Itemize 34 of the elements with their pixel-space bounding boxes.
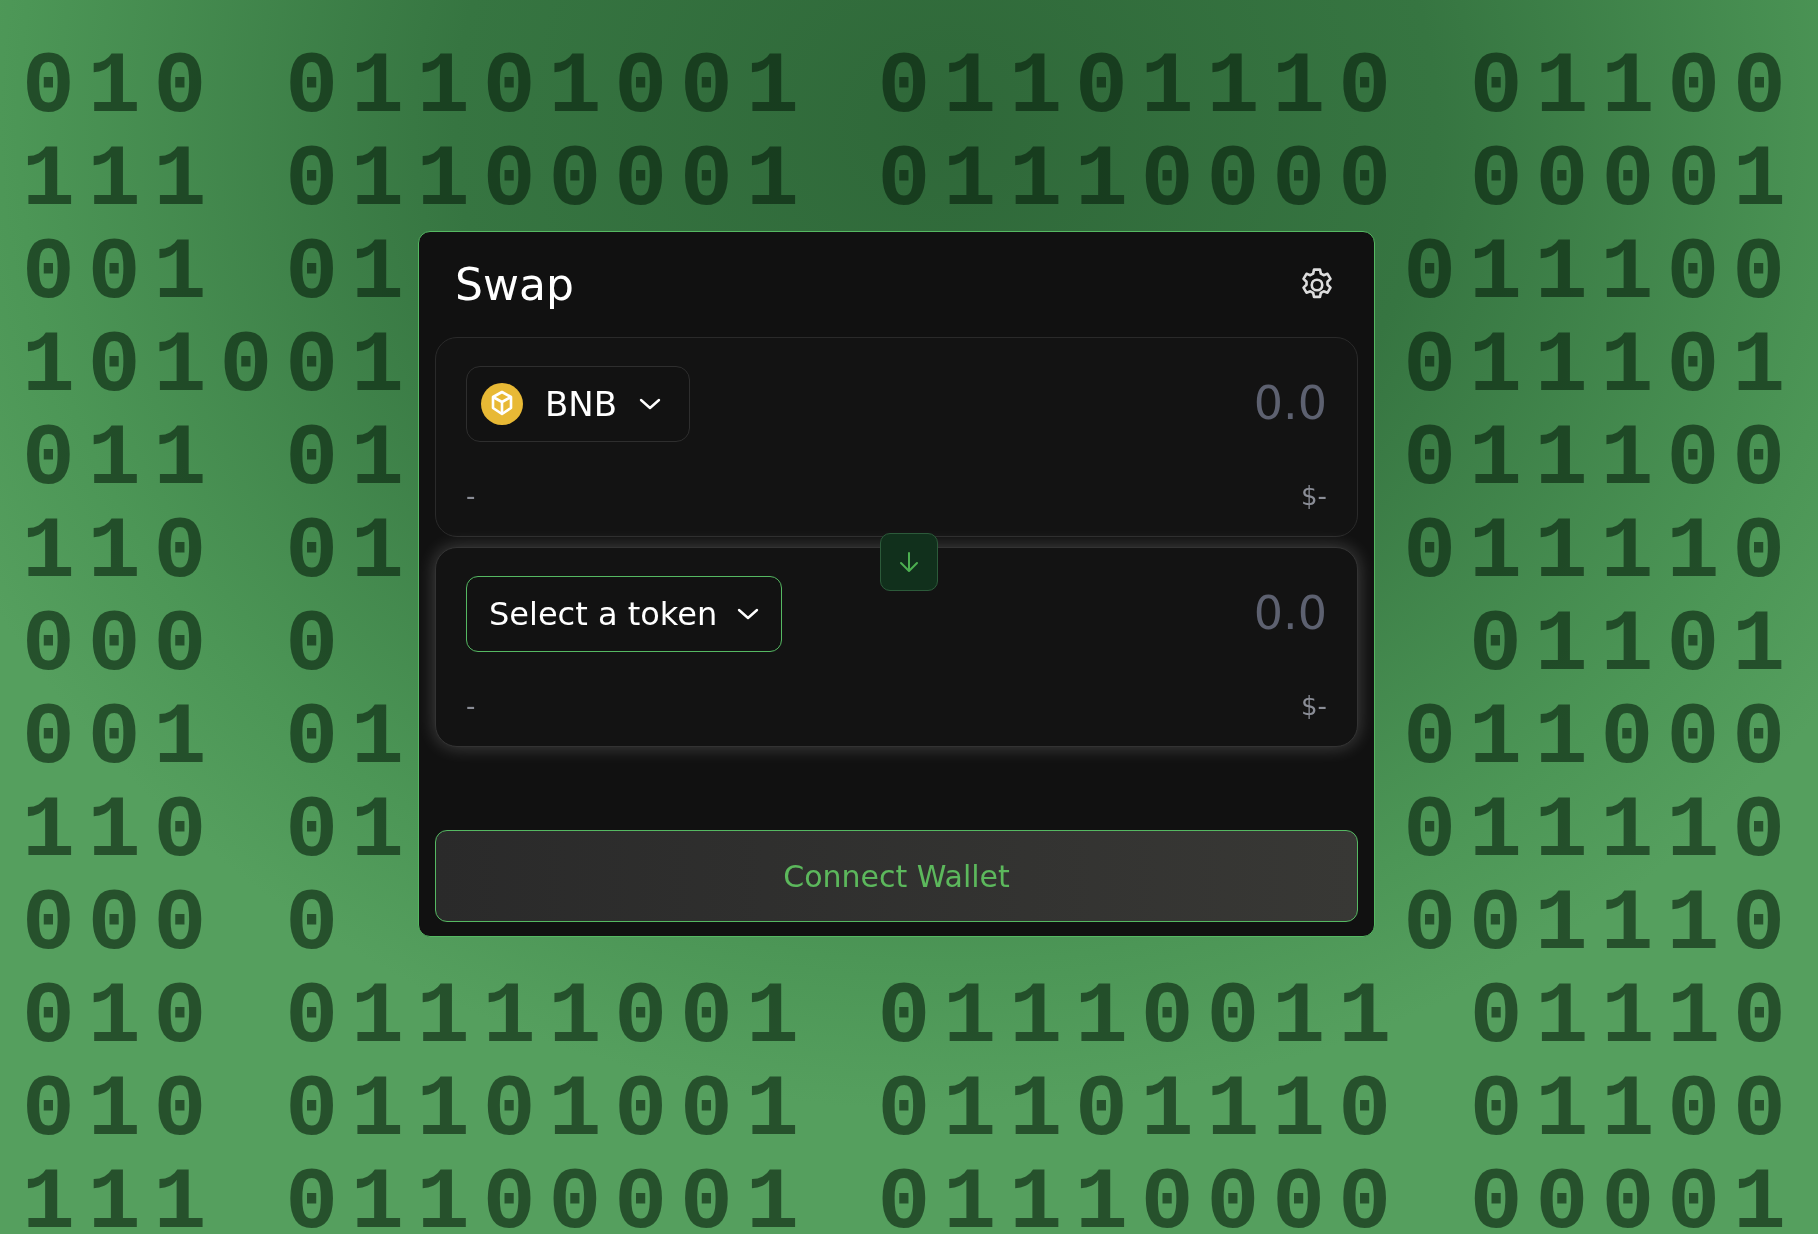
background-digits: 000 0	[21, 599, 352, 692]
card-title: Swap	[455, 262, 574, 307]
balance-text: -	[466, 480, 476, 513]
usd-value: $-	[1301, 690, 1327, 723]
chevron-down-icon	[737, 607, 760, 621]
amount-input[interactable]: 0.0	[1067, 376, 1327, 432]
swap-direction-button[interactable]	[880, 533, 938, 591]
background-digits: 011101	[1403, 320, 1799, 413]
usd-value: $-	[1301, 480, 1327, 513]
token-select-button[interactable]: Select a token	[466, 576, 783, 652]
background-digits: 011100	[1403, 413, 1799, 506]
background-digits: 01101	[1468, 599, 1799, 692]
background-digits: 010 01101001 01101110 01100	[21, 1064, 1799, 1157]
arrow-down-icon	[898, 550, 920, 574]
background-digits: 110 01	[21, 785, 417, 878]
background-digits: 001 01	[21, 692, 417, 785]
background-digits: 101001	[21, 320, 417, 413]
background-digits: 000 0	[21, 878, 352, 971]
background-digits: 011110	[1403, 506, 1799, 599]
background-digits: 001 01	[21, 227, 417, 320]
background-digits: 010 01111001 01110011 01110	[21, 971, 1799, 1064]
token-select-button[interactable]: BNB	[466, 366, 691, 442]
connect-wallet-button[interactable]: Connect Wallet	[435, 830, 1358, 922]
background-digits: 011110	[1403, 785, 1799, 878]
balance-text: -	[466, 690, 476, 723]
chevron-down-icon	[639, 397, 662, 411]
token-logo-icon	[481, 383, 523, 425]
background-digits: 001110	[1403, 878, 1799, 971]
background-digits: 111 01100001 01110000 00001	[21, 1157, 1799, 1234]
background-digits: 011100	[1403, 227, 1799, 320]
background-digits: 011000	[1403, 692, 1799, 785]
background-digits: 110 01	[21, 506, 417, 599]
amount-input[interactable]: 0.0	[1067, 586, 1327, 642]
background-digits: 011 01	[21, 413, 417, 506]
